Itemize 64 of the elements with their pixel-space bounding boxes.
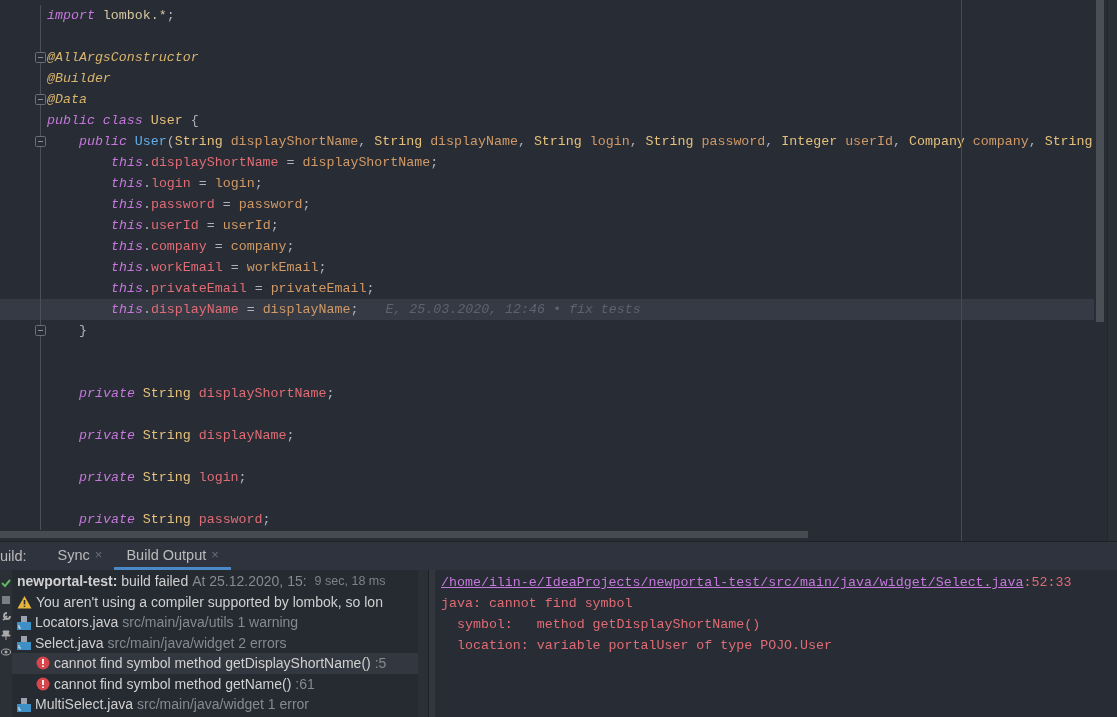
error-icon — [36, 656, 50, 671]
build-status: newportal-test: build failed — [17, 573, 189, 590]
code-line: this.privateEmail = privateEmail; — [111, 281, 375, 296]
code-line: private String displayName; — [79, 428, 295, 443]
code-line: this.userId = userId; — [111, 218, 279, 233]
code-line: this.login = login; — [111, 176, 263, 191]
tree-item-label: cannot find symbol method getDisplayShortName() — [54, 655, 371, 672]
error-icon — [36, 676, 50, 691]
tree-item-label: Locators.java — [35, 614, 119, 631]
fold-icon[interactable] — [34, 52, 46, 63]
code-line: public class User { — [47, 113, 199, 128]
panel-label: uild: — [0, 547, 27, 566]
tree-item-label: You aren't using a compiler supported by lombok, so lon — [36, 593, 383, 610]
tree-item-detail: :61 — [295, 675, 315, 692]
tree-row[interactable]: You aren't using a compiler supported by lombok, so lon — [12, 591, 418, 612]
code-line: this.company = company; — [111, 239, 295, 254]
tree-row[interactable]: Locators.java src/main/java/utils 1 warning — [12, 612, 418, 633]
code-line: public User(String displayShortName, String displayName, String login, String password, Integer userId, Company company, String — [79, 134, 1093, 149]
tree-row[interactable]: cannot find symbol method getName() :61 — [12, 673, 418, 694]
console-line: location: variable portalUser of type POJO.User — [455, 638, 832, 653]
tree-item-detail: src/main/java/utils 1 warning — [122, 614, 299, 631]
rerun-icon[interactable] — [1, 578, 11, 588]
java-file-icon — [17, 614, 31, 630]
code-line: @Data — [47, 92, 87, 107]
warning-icon — [17, 594, 32, 609]
code-line: this.password = password; — [111, 197, 311, 212]
tree-item-detail: At 25.12.2020, 15: — [192, 573, 307, 590]
code-line: private String password; — [79, 512, 271, 527]
code-line: @Builder — [47, 71, 111, 86]
build-duration: 9 sec, 18 ms — [314, 574, 386, 589]
code-line: private String displayShortName; — [79, 386, 335, 401]
code-line: import lombok.*; — [47, 8, 175, 23]
code-line: this.displayShortName = displayShortName; — [111, 155, 439, 170]
code-line: private String login; — [79, 470, 247, 485]
tree-item-detail: src/main/java/widget 1 error — [137, 696, 309, 713]
console-line: :52:33 — [1023, 575, 1072, 590]
fold-icon[interactable] — [34, 94, 46, 105]
tree-row[interactable]: MultiSelect.java src/main/java/widget 1 error — [12, 694, 418, 715]
code-line: @AllArgsConstructor — [47, 50, 199, 65]
fold-icon[interactable] — [34, 325, 46, 336]
tree-item-label: Select.java — [35, 634, 104, 651]
tree-row[interactable]: newportal-test: build failed At 25.12.2020, 15: 9 sec, 18 ms — [12, 571, 418, 592]
tree-item-label: cannot find symbol method getName() — [54, 675, 292, 692]
horizontal-scrollbar[interactable] — [0, 531, 808, 538]
tree-row[interactable]: Select.java src/main/java/widget 2 errors — [12, 632, 418, 653]
java-file-icon — [17, 696, 31, 712]
java-file-icon — [17, 635, 31, 651]
code-line: this.displayName = displayName; — [111, 302, 359, 317]
console-line: symbol: method getDisplayShortName() — [455, 617, 761, 632]
fold-icon[interactable] — [34, 136, 46, 147]
vertical-scrollbar[interactable] — [1096, 0, 1104, 322]
tree-row[interactable]: cannot find symbol method getDisplayShortName() :5 — [12, 653, 418, 674]
pin-icon[interactable] — [1, 630, 11, 640]
tree-item-detail: :5 — [374, 655, 387, 672]
tab[interactable]: Sync × — [45, 542, 115, 570]
file-link[interactable]: /home/ilin-e/IdeaProjects/newportal-test/src/main/java/widget/Select.java — [441, 575, 1024, 590]
console-line: java: cannot find symbol — [441, 596, 633, 611]
code-line: } — [79, 323, 87, 338]
code-line: this.workEmail = workEmail; — [111, 260, 327, 275]
eye-icon[interactable] — [1, 648, 11, 656]
tree-item-detail: src/main/java/widget 2 errors — [107, 634, 287, 651]
tab[interactable]: Build Output × — [114, 542, 231, 570]
wrench-icon[interactable] — [1, 612, 11, 622]
tree-item-label: MultiSelect.java — [35, 696, 134, 713]
